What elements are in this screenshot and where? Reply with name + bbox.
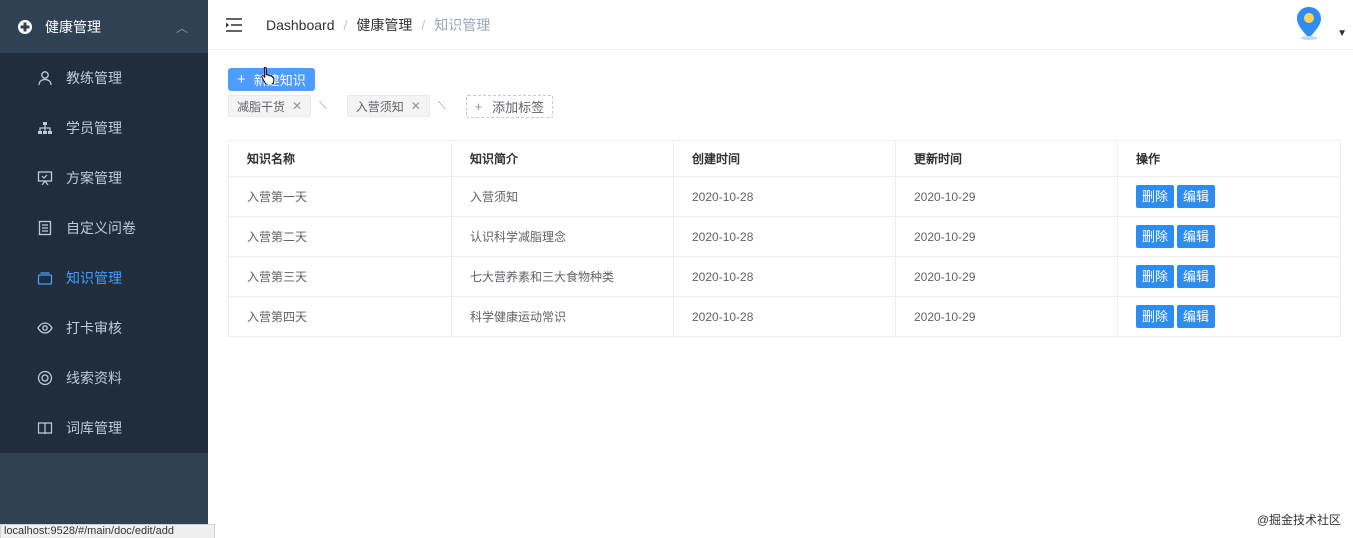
table-row: 入营第三天 七大营养素和三大食物种类 2020-10-28 2020-10-29… xyxy=(228,256,1341,297)
tag: 减脂干货 ✕ xyxy=(228,95,312,117)
user-icon xyxy=(37,70,53,86)
column-header: 操作 xyxy=(1117,140,1341,177)
sidebar-item-label: 教练管理 xyxy=(66,70,122,86)
cell-summary: 七大营养素和三大食物种类 xyxy=(451,256,674,297)
edit-button[interactable]: 编辑 xyxy=(1177,305,1216,328)
main-area: Dashboard / 健康管理 / 知识管理 ▼ + 新建知识 减脂干货 ✕ … xyxy=(208,0,1353,538)
cell-actions: 删除 编辑 xyxy=(1117,216,1341,257)
cell-updated: 2020-10-29 xyxy=(895,176,1118,217)
sidebar-item-label: 方案管理 xyxy=(66,170,122,186)
tag-label: 减脂干货 xyxy=(237,99,286,114)
edit-button[interactable]: 编辑 xyxy=(1177,225,1216,248)
menu-parent-label: 健康管理 xyxy=(45,18,101,35)
delete-button[interactable]: 删除 xyxy=(1136,265,1175,288)
cell-name: 入营第二天 xyxy=(228,216,452,257)
cell-summary: 入营须知 xyxy=(451,176,674,217)
cell-summary: 认识科学减脂理念 xyxy=(451,216,674,257)
sidebar-item-label: 学员管理 xyxy=(66,120,122,136)
sidebar-item-label: 自定义问卷 xyxy=(66,220,136,236)
add-tag-label: 添加标签 xyxy=(492,99,545,115)
menu-parent-health[interactable]: 健康管理 ︿ xyxy=(0,0,208,53)
cell-updated: 2020-10-29 xyxy=(895,256,1118,297)
knowledge-table: 知识名称 知识简介 创建时间 更新时间 操作 入营第一天 入营须知 2020-1… xyxy=(228,140,1341,337)
column-header: 创建时间 xyxy=(673,140,896,177)
table-row: 入营第二天 认识科学减脂理念 2020-10-28 2020-10-29 删除编… xyxy=(228,216,1341,257)
eye-icon xyxy=(37,320,53,336)
form-icon xyxy=(37,220,53,236)
sidebar-item-knowledge[interactable]: 知识管理 xyxy=(0,253,208,303)
breadcrumb: Dashboard / 健康管理 / 知识管理 xyxy=(266,15,490,35)
sidebar-item-questionnaire[interactable]: 自定义问卷 xyxy=(0,203,208,253)
cell-summary: 科学健康运动常识 xyxy=(451,296,674,337)
add-tag-button[interactable]: + 添加标签 xyxy=(465,94,554,118)
close-icon[interactable]: ✕ xyxy=(411,99,421,113)
tray-icon xyxy=(37,270,53,286)
breadcrumb-separator: / xyxy=(343,16,348,33)
breadcrumb-item[interactable]: 健康管理 xyxy=(356,15,412,35)
cell-actions: 删除 编辑 xyxy=(1117,256,1341,297)
edit-tag-icon[interactable]: ⟍ xyxy=(319,100,327,113)
sidebar-item-coach[interactable]: 教练管理 xyxy=(0,53,208,103)
sidebar-item-label: 线索资料 xyxy=(66,370,122,386)
content: + 新建知识 减脂干货 ✕ ⟍ 入营须知 ✕ ⟍ + 添加标签 知识名称 知识简… xyxy=(208,50,1353,355)
close-icon[interactable]: ✕ xyxy=(292,99,302,113)
hand-cursor-icon xyxy=(261,66,275,84)
cell-created: 2020-10-28 xyxy=(673,256,896,297)
delete-button[interactable]: 删除 xyxy=(1136,305,1175,328)
breadcrumb-item[interactable]: Dashboard xyxy=(266,17,335,33)
column-header: 更新时间 xyxy=(895,140,1118,177)
table-row: 入营第一天 入营须知 2020-10-28 2020-10-29 删除 编辑 xyxy=(228,176,1341,217)
sidebar-item-label: 打卡审核 xyxy=(66,320,122,336)
plus-icon: + xyxy=(237,71,246,88)
tag: 入营须知 ✕ xyxy=(346,95,430,117)
lifebuoy-icon xyxy=(37,370,53,386)
status-bar-url: localhost:9528/#/main/doc/edit/add xyxy=(0,524,215,538)
watermark: @掘金技术社区 xyxy=(1256,513,1341,527)
tag-label: 入营须知 xyxy=(355,99,404,114)
delete-button[interactable]: 删除 xyxy=(1136,185,1175,208)
column-header: 知识名称 xyxy=(228,140,452,177)
delete-button[interactable]: 删除 xyxy=(1136,225,1175,248)
cell-created: 2020-10-28 xyxy=(673,296,896,337)
breadcrumb-separator: / xyxy=(421,16,426,33)
sidebar-item-label: 词库管理 xyxy=(66,420,122,436)
book-icon xyxy=(37,420,53,436)
hamburger-icon[interactable] xyxy=(225,16,243,34)
sidebar-item-leads[interactable]: 线索资料 xyxy=(0,353,208,403)
edit-tag-icon[interactable]: ⟍ xyxy=(438,100,446,113)
cell-name: 入营第一天 xyxy=(228,176,452,217)
health-icon xyxy=(18,19,32,34)
sidebar-item-students[interactable]: 学员管理 xyxy=(0,103,208,153)
tags-row: 减脂干货 ✕ ⟍ 入营须知 ✕ ⟍ + 添加标签 xyxy=(228,94,1333,118)
column-header: 知识简介 xyxy=(451,140,674,177)
cell-actions: 删除 编辑 xyxy=(1117,176,1341,217)
navbar: Dashboard / 健康管理 / 知识管理 ▼ xyxy=(208,0,1353,50)
sidebar: 健康管理 ︿ 教练管理 学员管理 方案管理 自定义问卷 知识管理 打卡审核 线索… xyxy=(0,0,208,538)
cell-name: 入营第四天 xyxy=(228,296,452,337)
avatar[interactable] xyxy=(1293,5,1325,41)
cell-updated: 2020-10-29 xyxy=(895,216,1118,257)
breadcrumb-item-current: 知识管理 xyxy=(434,16,491,33)
table-row: 入营第四天 科学健康运动常识 2020-10-28 2020-10-29 删除编… xyxy=(228,296,1341,337)
chevron-up-icon: ︿ xyxy=(175,21,188,35)
submenu: 教练管理 学员管理 方案管理 自定义问卷 知识管理 打卡审核 线索资料 词库管理 xyxy=(0,53,208,453)
sidebar-item-checkin[interactable]: 打卡审核 xyxy=(0,303,208,353)
sidebar-item-lexicon[interactable]: 词库管理 xyxy=(0,403,208,453)
board-icon xyxy=(37,170,53,186)
edit-button[interactable]: 编辑 xyxy=(1177,265,1216,288)
caret-down-icon[interactable]: ▼ xyxy=(1337,28,1347,39)
cell-actions: 删除 编辑 xyxy=(1117,296,1341,337)
sidebar-item-label: 知识管理 xyxy=(66,270,122,286)
edit-button[interactable]: 编辑 xyxy=(1177,185,1216,208)
cell-name: 入营第三天 xyxy=(228,256,452,297)
plus-icon: + xyxy=(474,98,483,114)
table-header-row: 知识名称 知识简介 创建时间 更新时间 操作 xyxy=(228,140,1341,177)
cell-created: 2020-10-28 xyxy=(673,216,896,257)
cell-updated: 2020-10-29 xyxy=(895,296,1118,337)
sidebar-item-plans[interactable]: 方案管理 xyxy=(0,153,208,203)
tree-icon xyxy=(37,120,53,136)
cell-created: 2020-10-28 xyxy=(673,176,896,217)
